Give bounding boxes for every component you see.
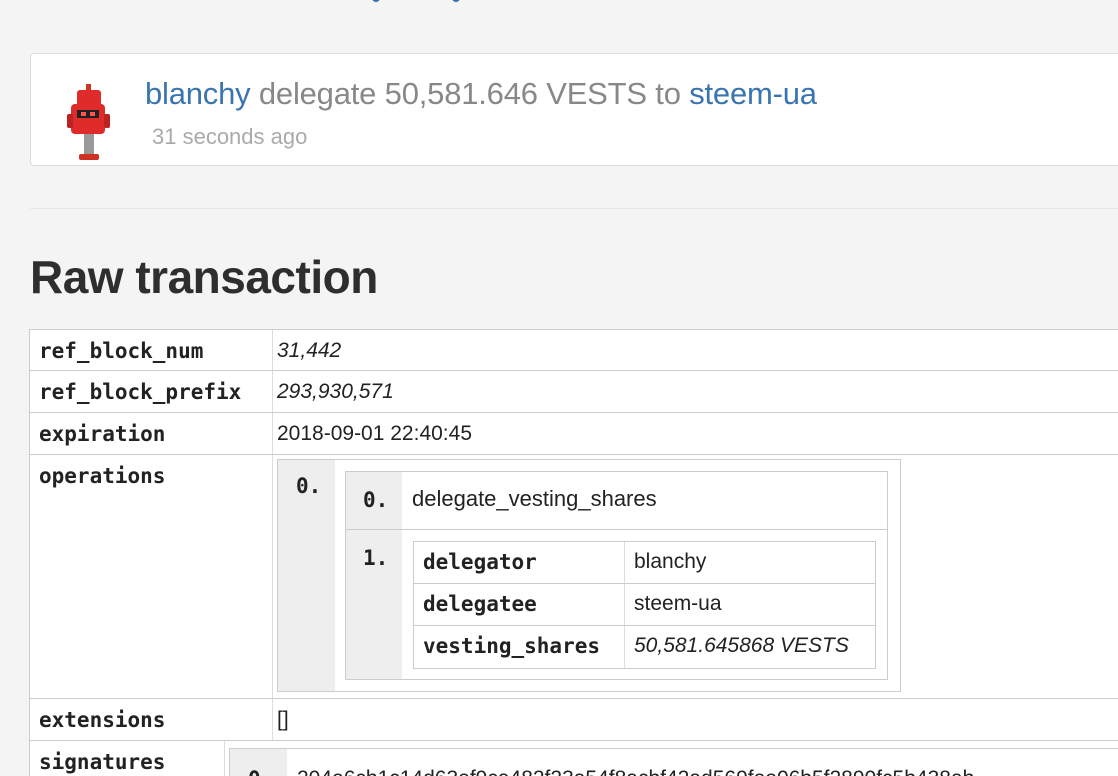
activity-timestamp: 31 seconds ago (152, 124, 308, 149)
table-row: ref_block_prefix 293,930,571 (30, 371, 1118, 413)
operation-params-index: 1. (346, 530, 402, 679)
signature-value: 204e6cb1c14d63ef9ca482f23a54f8acbf42ad56… (287, 749, 974, 776)
param-key: vesting_shares (414, 626, 625, 668)
operation-index: 0. (278, 460, 335, 691)
activity-card: blanchy delegate 50,581.646 VESTS to ste… (30, 53, 1118, 166)
operations-cell: 0. 0. delegate_vesting_shares 1. delegat… (273, 455, 1118, 698)
param-value: 50,581.645868 VESTS (634, 634, 849, 657)
signatures-cell: 0. 204e6cb1c14d63ef9ca482f23a54f8acbf42a… (225, 741, 1118, 776)
operation-type-index: 0. (346, 472, 402, 529)
operation-wrapper: 0. delegate_vesting_shares 1. delegator (335, 460, 888, 691)
header-remnant (340, 0, 1040, 8)
param-row: delegator blanchy (414, 542, 875, 584)
signatures-list: 0. 204e6cb1c14d63ef9ca482f23a54f8acbf42a… (229, 748, 1118, 776)
raw-transaction-table: ref_block_num 31,442 ref_block_prefix 29… (29, 329, 1118, 776)
table-row: signatures 0. 204e6cb1c14d63ef9ca482f23a… (30, 741, 1118, 776)
activity-amount: 50,581.646 VESTS (384, 76, 647, 111)
delegatee-link[interactable]: steem-ua (689, 76, 817, 111)
activity-action: delegate (258, 76, 377, 111)
param-value: blanchy (634, 550, 707, 573)
row-key: signatures (30, 741, 225, 776)
section-divider (30, 208, 1118, 209)
row-value: 293,930,571 (277, 380, 394, 403)
param-key: delegator (414, 542, 625, 583)
table-row: ref_block_num 31,442 (30, 330, 1118, 371)
row-key: ref_block_prefix (30, 371, 273, 412)
robot-avatar-icon[interactable] (65, 84, 113, 162)
signature-index: 0. (230, 749, 287, 776)
raw-transaction-title: Raw transaction (30, 251, 378, 303)
row-key: ref_block_num (30, 330, 273, 370)
operation-type-row: 0. delegate_vesting_shares (346, 472, 887, 530)
param-row: vesting_shares 50,581.645868 VESTS (414, 626, 875, 668)
operations-list: 0. 0. delegate_vesting_shares 1. delegat… (277, 459, 901, 692)
row-key: operations (30, 455, 273, 698)
operation-params-row: 1. delegator blanchy delegatee steem-ua … (346, 530, 887, 679)
row-value: 31,442 (277, 339, 342, 362)
activity-summary: blanchy delegate 50,581.646 VESTS to ste… (145, 76, 817, 112)
params-wrapper: delegator blanchy delegatee steem-ua ves… (402, 530, 876, 679)
row-value: 2018-09-01 22:40:45 (277, 422, 472, 445)
param-value: steem-ua (634, 592, 722, 615)
delegator-link[interactable]: blanchy (145, 76, 251, 111)
operation-entry: 0. delegate_vesting_shares 1. delegator (345, 471, 888, 680)
table-row: expiration 2018-09-01 22:40:45 (30, 413, 1118, 455)
activity-preposition: to (655, 76, 681, 111)
table-row: operations 0. 0. delegate_vesting_shares… (30, 455, 1118, 699)
row-key: extensions (30, 699, 273, 740)
param-row: delegatee steem-ua (414, 584, 875, 626)
row-key: expiration (30, 413, 273, 454)
table-row: extensions [] (30, 699, 1118, 741)
page: blanchy delegate 50,581.646 VESTS to ste… (0, 0, 1118, 776)
operation-params-table: delegator blanchy delegatee steem-ua ves… (413, 541, 876, 669)
operation-type: delegate_vesting_shares (412, 486, 657, 511)
row-value: [] (277, 708, 289, 731)
param-key: delegatee (414, 584, 625, 625)
